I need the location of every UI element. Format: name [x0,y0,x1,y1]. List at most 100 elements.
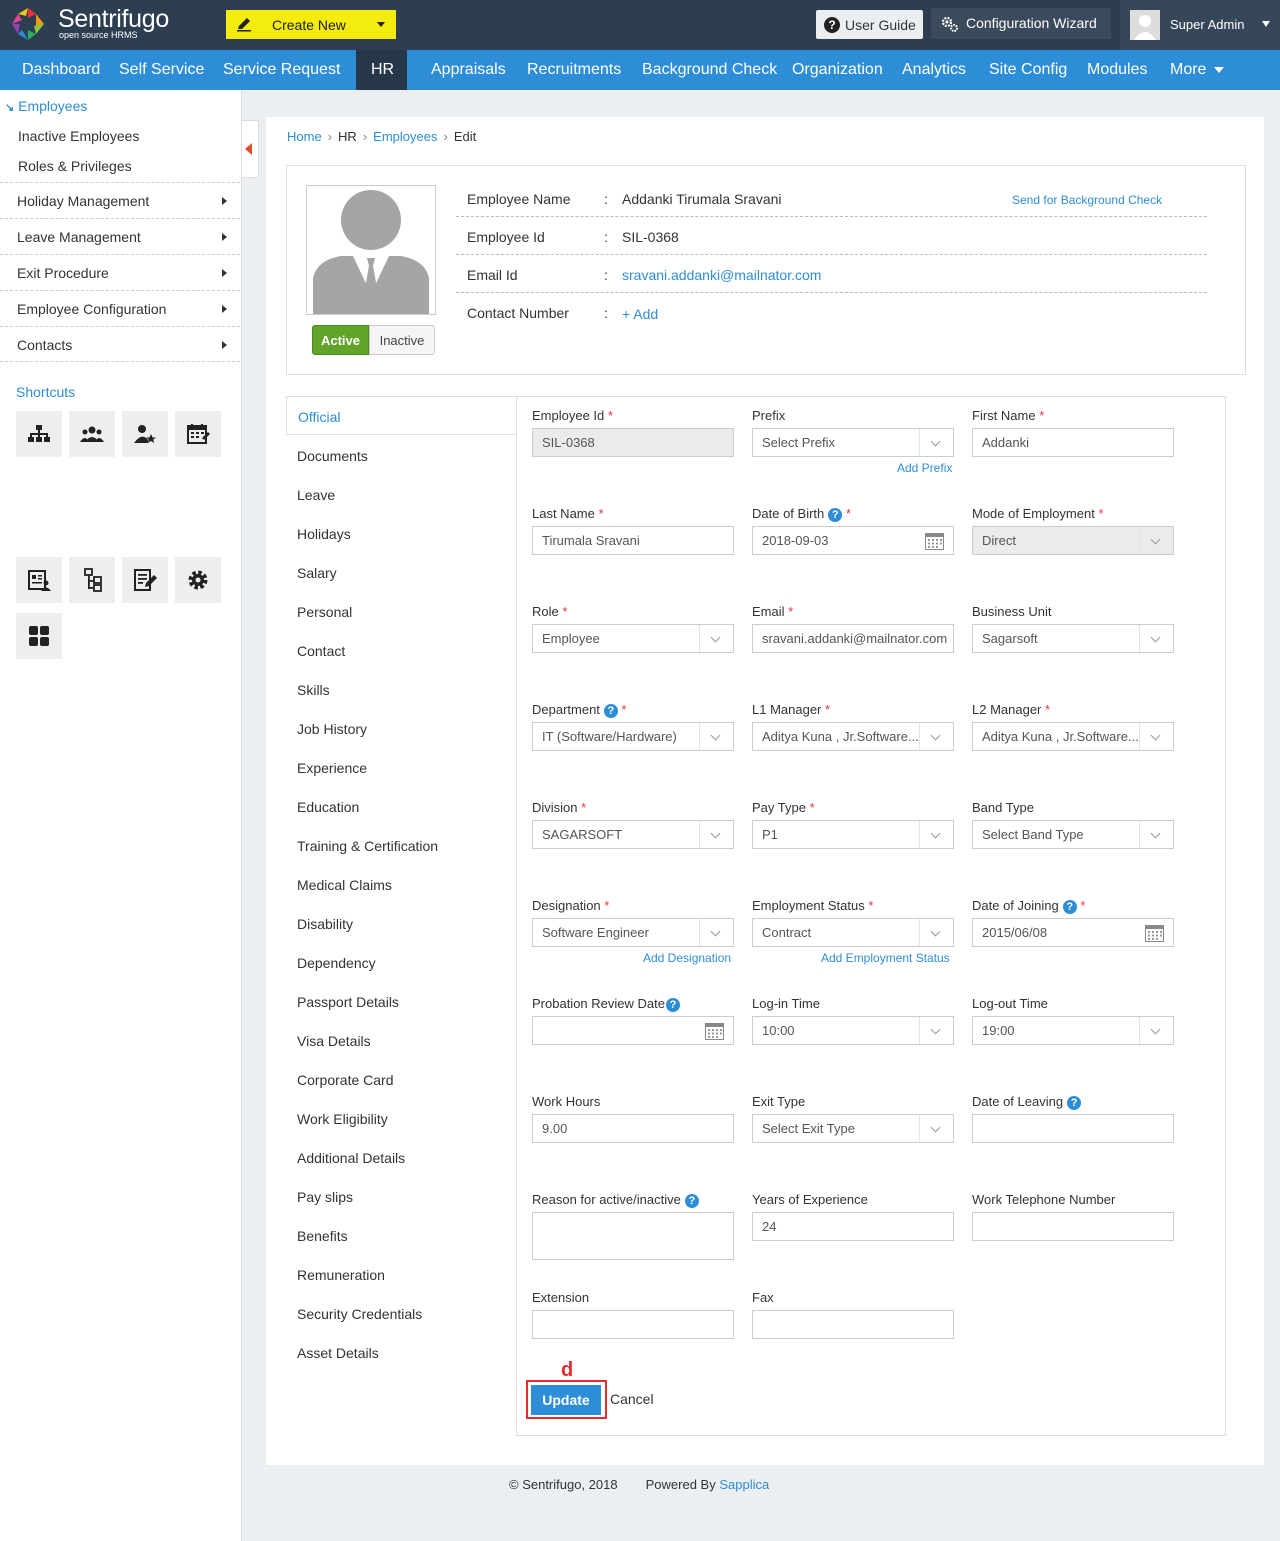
l2-manager-select[interactable]: Aditya Kuna , Jr.Software... [972,722,1174,751]
nav-appraisals[interactable]: Appraisals [431,50,506,90]
business-unit-select[interactable]: Sagarsoft [972,624,1174,653]
sidebar-item-employee-configuration[interactable]: Employee Configuration [0,290,240,326]
reason-textarea[interactable] [532,1212,734,1260]
sidebar-item-exit-procedure[interactable]: Exit Procedure [0,254,240,290]
employee-email-link[interactable]: sravani.addanki@mailnator.com [622,267,821,283]
fax-input[interactable] [752,1310,954,1339]
tab-training-certification[interactable]: Training & Certification [286,826,516,865]
tab-education[interactable]: Education [286,787,516,826]
prefix-select[interactable]: Select Prefix [752,428,954,457]
help-icon[interactable]: ? [684,1193,699,1208]
breadcrumb-employees[interactable]: Employees [373,129,437,144]
employee-id-input[interactable]: SIL-0368 [532,428,734,457]
shortcut-employees[interactable] [69,411,115,457]
date-of-leaving-input[interactable] [972,1114,1174,1143]
shortcut-edit-document[interactable] [122,557,168,603]
tab-passport-details[interactable]: Passport Details [286,982,516,1021]
nav-service-request[interactable]: Service Request [223,50,340,90]
tab-skills[interactable]: Skills [286,670,516,709]
extension-input[interactable] [532,1310,734,1339]
nav-site-config[interactable]: Site Config [989,50,1067,90]
shortcut-calendar[interactable] [175,411,221,457]
logout-time-select[interactable]: 19:00 [972,1016,1174,1045]
tab-personal[interactable]: Personal [286,592,516,631]
tab-official[interactable]: Official [286,396,516,435]
shortcut-hierarchy[interactable] [69,557,115,603]
tab-security-credentials[interactable]: Security Credentials [286,1294,516,1333]
tab-asset-details[interactable]: Asset Details [286,1333,516,1372]
configuration-wizard-button[interactable]: Configuration Wizard [931,8,1111,39]
help-icon[interactable]: ? [1062,899,1077,914]
tab-job-history[interactable]: Job History [286,709,516,748]
sidebar-item-roles-privileges[interactable]: Roles & Privileges [18,158,132,174]
role-select[interactable]: Employee [532,624,734,653]
nav-analytics[interactable]: Analytics [902,50,966,90]
create-new-button[interactable]: Create New [226,10,396,39]
help-icon[interactable]: ? [603,703,618,718]
help-icon[interactable]: ? [828,507,843,522]
tab-salary[interactable]: Salary [286,553,516,592]
cancel-button[interactable]: Cancel [610,1391,654,1407]
tab-benefits[interactable]: Benefits [286,1216,516,1255]
shortcut-settings[interactable] [175,557,221,603]
nav-recruitments[interactable]: Recruitments [527,50,621,90]
first-name-input[interactable]: Addanki [972,428,1174,457]
sidebar-item-employees[interactable]: ↘ Employees [5,98,87,114]
update-button[interactable]: Update [531,1385,601,1415]
tab-remuneration[interactable]: Remuneration [286,1255,516,1294]
tab-visa-details[interactable]: Visa Details [286,1021,516,1060]
add-employment-status-link[interactable]: Add Employment Status [821,951,950,965]
years-of-experience-input[interactable]: 24 [752,1212,954,1241]
division-select[interactable]: SAGARSOFT [532,820,734,849]
probation-review-date-input[interactable] [532,1016,734,1045]
designation-select[interactable]: Software Engineer [532,918,734,947]
tab-disability[interactable]: Disability [286,904,516,943]
status-active-button[interactable]: Active [312,325,369,355]
shortcut-modules[interactable] [16,613,62,659]
work-hours-input[interactable]: 9.00 [532,1114,734,1143]
last-name-input[interactable]: Tirumala Sravani [532,526,734,555]
date-of-joining-input[interactable]: 2015/06/08 [972,918,1174,947]
sidebar-item-inactive-employees[interactable]: Inactive Employees [18,128,139,144]
add-contact-link[interactable]: + Add [622,306,658,322]
nav-organization[interactable]: Organization [792,50,883,90]
send-background-check-link[interactable]: Send for Background Check [1012,193,1162,207]
help-icon[interactable]: ? [665,997,680,1012]
footer-company-link[interactable]: Sapplica [719,1477,769,1492]
shortcut-org-chart[interactable] [16,411,62,457]
user-guide-button[interactable]: ? User Guide [816,10,923,39]
calendar-icon[interactable] [705,1022,724,1040]
date-of-birth-input[interactable]: 2018-09-03 [752,526,954,555]
pay-type-select[interactable]: P1 [752,820,954,849]
tab-leave[interactable]: Leave [286,475,516,514]
tab-medical-claims[interactable]: Medical Claims [286,865,516,904]
tab-work-eligibility[interactable]: Work Eligibility [286,1099,516,1138]
sidebar-item-holiday-management[interactable]: Holiday Management [0,182,240,218]
nav-hr[interactable]: HR [356,50,407,90]
mode-of-employment-select[interactable]: Direct [972,526,1174,555]
l1-manager-select[interactable]: Aditya Kuna , Jr.Software... [752,722,954,751]
shortcut-id-card[interactable] [16,557,62,603]
sidebar-collapse-toggle[interactable] [241,120,259,178]
tab-experience[interactable]: Experience [286,748,516,787]
breadcrumb-home[interactable]: Home [287,129,322,144]
tab-contact[interactable]: Contact [286,631,516,670]
work-telephone-input[interactable] [972,1212,1174,1241]
tab-corporate-card[interactable]: Corporate Card [286,1060,516,1099]
department-select[interactable]: IT (Software/Hardware) [532,722,734,751]
login-time-select[interactable]: 10:00 [752,1016,954,1045]
nav-background-check[interactable]: Background Check [642,50,777,90]
email-input[interactable]: sravani.addanki@mailnator.com [752,624,954,653]
shortcut-appraisal[interactable] [122,411,168,457]
sidebar-item-leave-management[interactable]: Leave Management [0,218,240,254]
help-icon[interactable]: ? [1067,1095,1082,1110]
tab-holidays[interactable]: Holidays [286,514,516,553]
calendar-icon[interactable] [1145,924,1164,942]
employment-status-select[interactable]: Contract [752,918,954,947]
tab-dependency[interactable]: Dependency [286,943,516,982]
tab-additional-details[interactable]: Additional Details [286,1138,516,1177]
sentrifugo-logo-icon[interactable] [10,6,46,42]
nav-more[interactable]: More [1170,50,1225,90]
tab-pay-slips[interactable]: Pay slips [286,1177,516,1216]
add-designation-link[interactable]: Add Designation [643,951,731,965]
